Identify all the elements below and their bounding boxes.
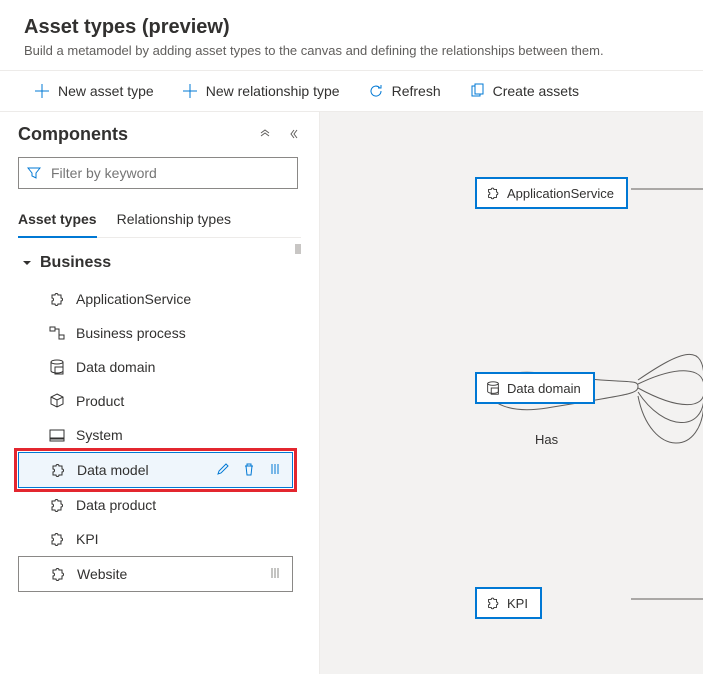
collapse-up-icon[interactable]: [259, 127, 271, 143]
puzzle-icon: [48, 290, 66, 308]
asset-type-item[interactable]: Product: [18, 384, 293, 418]
command-bar: New asset type New relationship type Ref…: [0, 70, 703, 112]
asset-type-label: Data model: [77, 462, 149, 478]
puzzle-icon: [485, 185, 501, 201]
cube-icon: [48, 392, 66, 410]
asset-type-label: Website: [77, 566, 127, 582]
plus-icon: [182, 83, 198, 99]
caret-down-icon: [22, 258, 32, 268]
refresh-label: Refresh: [392, 83, 441, 99]
tab-asset-types[interactable]: Asset types: [18, 203, 97, 237]
canvas-node-label: KPI: [507, 596, 528, 611]
grip-icon[interactable]: [268, 566, 282, 583]
new-asset-type-label: New asset type: [58, 83, 154, 99]
refresh-button[interactable]: Refresh: [358, 77, 451, 105]
asset-type-label: Data product: [76, 497, 156, 513]
puzzle-icon: [49, 461, 67, 479]
asset-type-tree: Business ApplicationService Business proc…: [18, 244, 301, 592]
flow-icon: [48, 324, 66, 342]
asset-type-item[interactable]: Data model: [18, 452, 293, 488]
edge-label-has: Has: [535, 432, 558, 447]
asset-type-item[interactable]: KPI: [18, 522, 293, 556]
edit-icon[interactable]: [216, 462, 230, 479]
new-relationship-type-label: New relationship type: [206, 83, 340, 99]
copy-icon: [469, 83, 485, 99]
domain-icon: [485, 380, 501, 396]
puzzle-icon: [485, 595, 501, 611]
asset-type-label: Data domain: [76, 359, 155, 375]
create-assets-label: Create assets: [493, 83, 579, 99]
canvas-node[interactable]: Data domain: [475, 372, 595, 404]
components-panel: Components Asset types Relationship type…: [0, 112, 320, 674]
asset-type-item[interactable]: Business process: [18, 316, 293, 350]
domain-icon: [48, 358, 66, 376]
refresh-icon: [368, 83, 384, 99]
filter-input[interactable]: [49, 164, 289, 182]
page-subtitle: Build a metamodel by adding asset types …: [24, 43, 679, 58]
canvas-node[interactable]: ApplicationService: [475, 177, 628, 209]
page-header: Asset types (preview) Build a metamodel …: [0, 0, 703, 70]
asset-type-label: KPI: [76, 531, 99, 547]
puzzle-icon: [49, 565, 67, 583]
new-asset-type-button[interactable]: New asset type: [24, 77, 164, 105]
grip-icon[interactable]: [268, 462, 282, 479]
puzzle-icon: [48, 496, 66, 514]
asset-type-item[interactable]: Website: [18, 556, 293, 592]
plus-icon: [34, 83, 50, 99]
category-business[interactable]: Business: [18, 244, 293, 282]
asset-type-label: ApplicationService: [76, 291, 191, 307]
puzzle-icon: [48, 530, 66, 548]
canvas[interactable]: ApplicationService Data domain KPI Has: [320, 112, 703, 674]
system-icon: [48, 426, 66, 444]
asset-type-item[interactable]: ApplicationService: [18, 282, 293, 316]
delete-icon[interactable]: [242, 462, 256, 479]
asset-type-label: Product: [76, 393, 124, 409]
tab-relationship-types[interactable]: Relationship types: [117, 203, 231, 237]
tree-scrollbar[interactable]: [295, 244, 301, 592]
asset-type-label: System: [76, 427, 123, 443]
collapse-left-icon[interactable]: [289, 127, 301, 143]
asset-type-item[interactable]: System: [18, 418, 293, 452]
page-title: Asset types (preview): [24, 16, 679, 39]
asset-type-label: Business process: [76, 325, 186, 341]
components-title: Components: [18, 124, 128, 145]
canvas-node[interactable]: KPI: [475, 587, 542, 619]
create-assets-button[interactable]: Create assets: [459, 77, 589, 105]
canvas-node-label: Data domain: [507, 381, 581, 396]
filter-icon: [27, 166, 41, 180]
filter-box[interactable]: [18, 157, 298, 189]
canvas-node-label: ApplicationService: [507, 186, 614, 201]
category-label: Business: [40, 254, 111, 272]
sidebar-tabs: Asset types Relationship types: [18, 203, 301, 238]
asset-type-item[interactable]: Data product: [18, 488, 293, 522]
new-relationship-type-button[interactable]: New relationship type: [172, 77, 350, 105]
asset-type-item[interactable]: Data domain: [18, 350, 293, 384]
